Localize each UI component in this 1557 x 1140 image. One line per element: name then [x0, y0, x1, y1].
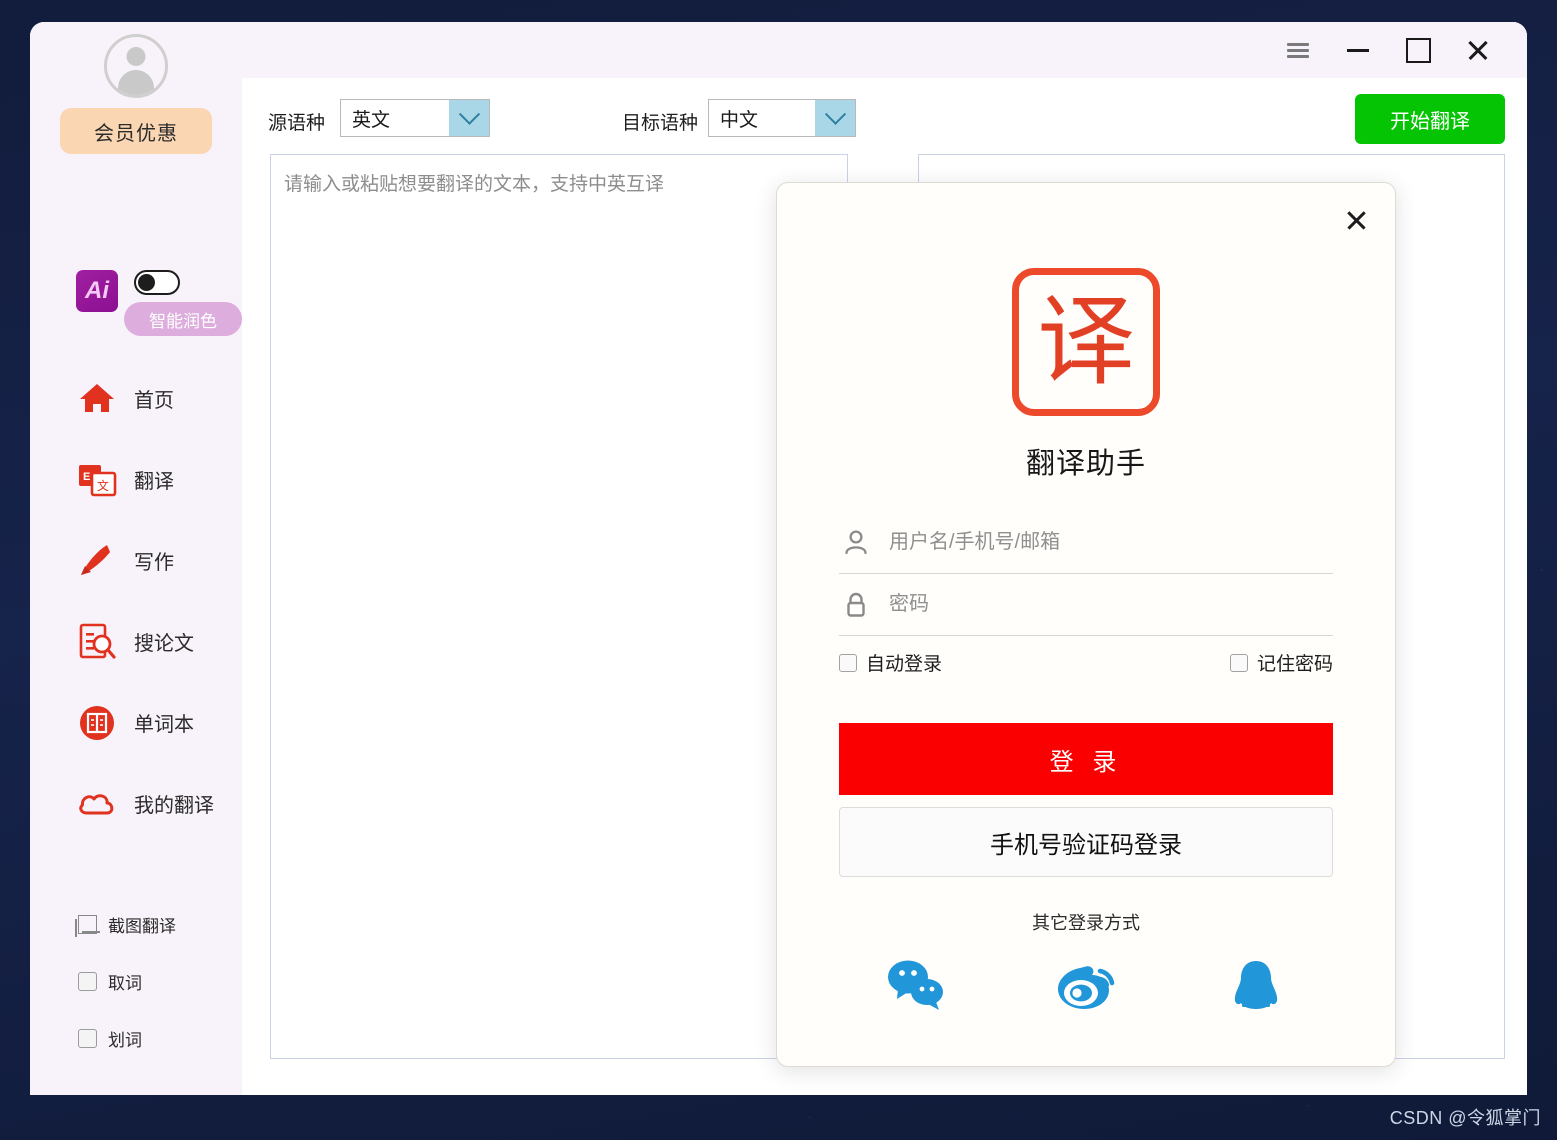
close-button[interactable] — [1455, 30, 1501, 70]
chevron-down-icon[interactable] — [815, 100, 855, 136]
ai-icon: Ai — [76, 270, 118, 312]
svg-text:文: 文 — [97, 478, 109, 493]
avatar-body — [118, 70, 154, 96]
checkbox-icon[interactable] — [78, 1029, 97, 1048]
username-input[interactable] — [887, 530, 1333, 555]
avatar[interactable] — [104, 34, 168, 98]
cloud-icon — [76, 783, 118, 825]
target-language-select[interactable]: 中文 — [708, 99, 856, 137]
language-toolbar: 源语种 英文 目标语种 中文 开始翻译 — [242, 78, 1527, 160]
sidebar-nav: 首页 En 文 翻译 — [30, 358, 242, 844]
target-language-value: 中文 — [709, 105, 815, 132]
pen-icon — [76, 540, 118, 582]
remember-password-checkbox[interactable]: 记住密码 — [1230, 649, 1333, 676]
ai-polish-pill[interactable]: 智能润色 — [124, 302, 242, 336]
login-button[interactable]: 登 录 — [839, 723, 1333, 795]
close-icon — [1466, 38, 1490, 62]
maximize-button[interactable] — [1395, 30, 1441, 70]
tool-word-select[interactable]: 划词 — [30, 1010, 242, 1067]
main-area: 源语种 英文 目标语种 中文 开始翻译 请输入或粘贴想要翻译的文本，支持中英互译 — [242, 22, 1527, 1095]
crop-icon — [78, 915, 97, 934]
source-language-label: 源语种 — [268, 108, 325, 135]
sidebar-item-home[interactable]: 首页 — [30, 358, 242, 439]
wechat-login-button[interactable] — [879, 951, 953, 1025]
tool-word-capture[interactable]: 取词 — [30, 953, 242, 1010]
source-text-panel[interactable]: 请输入或粘贴想要翻译的文本，支持中英互译 — [270, 154, 848, 1059]
auto-login-checkbox[interactable]: 自动登录 — [839, 649, 942, 676]
source-language-value: 英文 — [341, 105, 449, 132]
weibo-icon — [1054, 957, 1118, 1020]
sms-login-button[interactable]: 手机号验证码登录 — [839, 807, 1333, 877]
sidebar-tools: 截图翻译 取词 划词 — [30, 896, 242, 1067]
source-language-select[interactable]: 英文 — [340, 99, 490, 137]
toggle-knob — [138, 274, 155, 291]
ai-icon-text: Ai — [85, 277, 109, 305]
vip-offer-label: 会员优惠 — [94, 117, 178, 146]
target-text-placeholder — [919, 155, 1504, 183]
app-logo: 译 — [1012, 268, 1160, 416]
tool-label: 截图翻译 — [108, 912, 176, 937]
menu-button[interactable] — [1275, 30, 1321, 70]
sidebar-item-label: 翻译 — [134, 465, 174, 494]
minimize-button[interactable] — [1335, 30, 1381, 70]
tool-label: 划词 — [108, 1026, 142, 1051]
translate-icon: En 文 — [76, 459, 118, 501]
sidebar-item-label: 首页 — [134, 384, 174, 413]
tool-label: 取词 — [108, 969, 142, 994]
password-input[interactable] — [887, 592, 1333, 617]
checkbox-icon[interactable] — [78, 972, 97, 991]
home-icon — [76, 378, 118, 420]
checkbox-icon — [1230, 654, 1248, 672]
target-language-label: 目标语种 — [622, 108, 698, 135]
sidebar-item-my-translations[interactable]: 我的翻译 — [30, 763, 242, 844]
sidebar-item-translate[interactable]: En 文 翻译 — [30, 439, 242, 520]
password-field[interactable] — [839, 574, 1333, 636]
tool-screenshot-translate[interactable]: 截图翻译 — [30, 896, 242, 953]
dialog-close-button[interactable] — [1339, 203, 1373, 237]
ai-polish-row: Ai 智能润色 — [76, 270, 242, 336]
qq-icon — [1224, 957, 1288, 1020]
sidebar-item-wordbook[interactable]: 单词本 — [30, 682, 242, 763]
dialog-title: 翻译助手 — [777, 440, 1395, 482]
hamburger-icon — [1287, 40, 1309, 61]
titlebar — [242, 22, 1527, 78]
sidebar-item-label: 写作 — [134, 546, 174, 575]
chevron-down-icon[interactable] — [449, 100, 489, 136]
checkbox-icon — [839, 654, 857, 672]
wordbook-icon — [76, 702, 118, 744]
ai-polish-label: 智能润色 — [149, 307, 217, 332]
start-translate-button[interactable]: 开始翻译 — [1355, 94, 1505, 144]
sidebar-item-label: 单词本 — [134, 708, 194, 737]
source-text-placeholder: 请输入或粘贴想要翻译的文本，支持中英互译 — [271, 155, 847, 210]
application-window: 会员优惠 Ai 智能润色 首页 — [30, 22, 1527, 1095]
watermark: CSDN @令狐掌门 — [1390, 1104, 1541, 1130]
ai-polish-toggle[interactable] — [134, 270, 180, 295]
sidebar-item-search-paper[interactable]: 搜论文 — [30, 601, 242, 682]
avatar-head — [127, 47, 146, 66]
qq-login-button[interactable] — [1219, 951, 1293, 1025]
maximize-icon — [1406, 38, 1431, 63]
wechat-icon — [884, 957, 948, 1020]
social-login-row — [777, 951, 1395, 1025]
login-options-row: 自动登录 记住密码 — [839, 649, 1333, 676]
minimize-icon — [1347, 49, 1369, 52]
sidebar-item-label: 我的翻译 — [134, 789, 214, 818]
user-icon — [839, 526, 873, 560]
sidebar-item-label: 搜论文 — [134, 627, 194, 656]
close-icon — [1345, 209, 1368, 232]
vip-offer-button[interactable]: 会员优惠 — [60, 108, 212, 154]
login-dialog: 译 翻译助手 — [776, 182, 1396, 1067]
remember-password-label: 记住密码 — [1257, 649, 1333, 676]
other-login-methods-label: 其它登录方式 — [777, 909, 1395, 935]
sidebar: 会员优惠 Ai 智能润色 首页 — [30, 22, 242, 1095]
app-logo-glyph: 译 — [1037, 293, 1135, 391]
ai-toggle-wrap: 智能润色 — [134, 270, 242, 336]
auto-login-label: 自动登录 — [866, 649, 942, 676]
lock-icon — [839, 588, 873, 622]
weibo-login-button[interactable] — [1049, 951, 1123, 1025]
username-field[interactable] — [839, 512, 1333, 574]
sidebar-item-writing[interactable]: 写作 — [30, 520, 242, 601]
paper-search-icon — [76, 621, 118, 663]
